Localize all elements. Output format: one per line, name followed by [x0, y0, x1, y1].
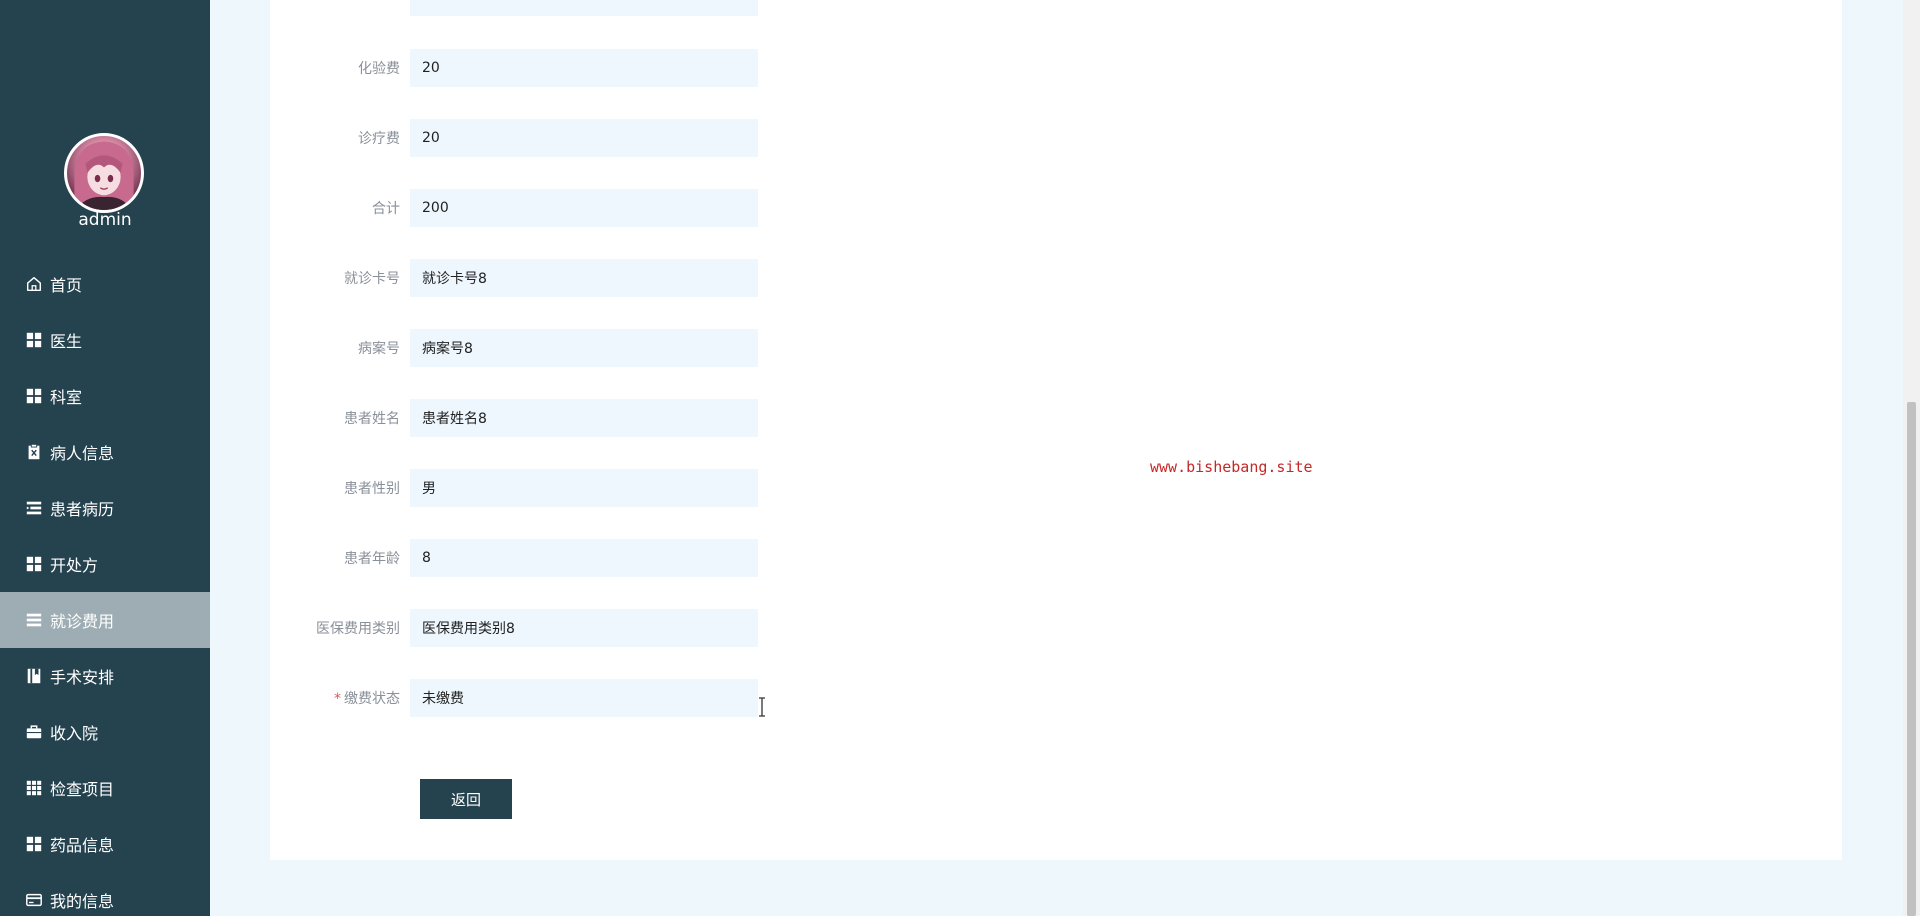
username: admin: [78, 210, 132, 230]
list-icon: [24, 610, 44, 630]
grid-icon: [24, 330, 44, 350]
sidebar-item-patient-info[interactable]: 病人信息: [0, 424, 210, 480]
form-label: 患者姓名: [344, 411, 400, 427]
form-label: 患者年龄: [344, 551, 400, 567]
sidebar: admin 首页 医生 科室 病人信息 患者病历 开处方 就诊费用 手术安排 收…: [0, 0, 210, 916]
form-label: 化验费: [358, 61, 400, 77]
form-row-patient-gender: 患者性别: [270, 469, 1170, 507]
patient-gender-input[interactable]: [410, 469, 758, 507]
insurance-category-input[interactable]: [410, 609, 758, 647]
form-label: * 缴费状态: [270, 688, 410, 708]
sidebar-item-label: 科室: [50, 388, 83, 407]
sidebar-item-department[interactable]: 科室: [0, 368, 210, 424]
sidebar-item-label: 手术安排: [50, 668, 115, 687]
sidebar-item-label: 就诊费用: [50, 612, 115, 631]
sidebar-item-label: 开处方: [50, 556, 99, 575]
grid-icon: [24, 554, 44, 574]
clipboard-icon: [24, 442, 44, 462]
form-label: 医保费用类别: [316, 621, 400, 637]
lab-fee-input[interactable]: [410, 49, 758, 87]
book-icon: [24, 666, 44, 686]
avatar[interactable]: [64, 133, 144, 213]
sidebar-item-label: 医生: [50, 332, 83, 351]
sidebar-item-label: 首页: [50, 276, 83, 295]
total-input[interactable]: [410, 189, 758, 227]
detail-form-card: 化验费 诊疗费 合计 就诊卡号 病案号 患者姓名 患者性别 患者年龄 医保费用类…: [270, 0, 1842, 860]
sidebar-item-label: 药品信息: [50, 836, 115, 855]
form-row-insurance-category: 医保费用类别: [270, 609, 1170, 647]
sidebar-item-medical-record[interactable]: 患者病历: [0, 480, 210, 536]
text-cursor-icon: [759, 697, 765, 717]
sidebar-item-visit-fee[interactable]: 就诊费用: [0, 592, 210, 648]
form-label: 诊疗费: [358, 131, 400, 147]
scrollbar-thumb[interactable]: [1907, 402, 1916, 916]
list-icon: [24, 498, 44, 518]
form-row-card-number: 就诊卡号: [270, 259, 1170, 297]
card-icon: [24, 890, 44, 910]
form-row-payment-status: * 缴费状态: [270, 679, 1170, 717]
sidebar-item-exam[interactable]: 检查项目: [0, 760, 210, 816]
sidebar-item-surgery[interactable]: 手术安排: [0, 648, 210, 704]
sidebar-item-label: 我的信息: [50, 892, 115, 911]
form-row-treatment-fee: 诊疗费: [270, 119, 1170, 157]
form-row-patient-name: 患者姓名: [270, 399, 1170, 437]
form-row-total: 合计: [270, 189, 1170, 227]
sidebar-item-prescription[interactable]: 开处方: [0, 536, 210, 592]
form-label-text: 缴费状态: [344, 691, 400, 707]
home-icon: [24, 274, 44, 294]
sidebar-item-doctor[interactable]: 医生: [0, 312, 210, 368]
treatment-fee-input[interactable]: [410, 119, 758, 157]
required-marker: *: [334, 691, 341, 707]
sidebar-item-label: 患者病历: [50, 500, 115, 519]
sidebar-item-label: 病人信息: [50, 444, 115, 463]
sidebar-item-label: 检查项目: [50, 780, 115, 799]
grid-icon: [24, 386, 44, 406]
sidebar-item-medicine[interactable]: 药品信息: [0, 816, 210, 872]
card-number-input[interactable]: [410, 259, 758, 297]
patient-name-input[interactable]: [410, 399, 758, 437]
page-scrollbar[interactable]: [1903, 0, 1920, 916]
form-label: 病案号: [358, 341, 400, 357]
sidebar-item-label: 收入院: [50, 724, 99, 743]
form-row-patient-age: 患者年龄: [270, 539, 1170, 577]
form-label: 合计: [372, 201, 400, 217]
form-label: 就诊卡号: [344, 271, 400, 287]
briefcase-icon: [24, 722, 44, 742]
back-button[interactable]: 返回: [420, 779, 512, 819]
form-input[interactable]: [410, 0, 758, 16]
apps-icon: [24, 778, 44, 798]
watermark: www.bishebang.site: [1150, 458, 1313, 476]
sidebar-item-home[interactable]: 首页: [0, 256, 210, 312]
sidebar-menu: 首页 医生 科室 病人信息 患者病历 开处方 就诊费用 手术安排 收入院 检查项…: [0, 256, 210, 916]
sidebar-item-my-info[interactable]: 我的信息: [0, 872, 210, 916]
form-row-hidden-top: [270, 0, 1170, 16]
avatar-image-icon: [74, 141, 134, 210]
form-label: 患者性别: [344, 481, 400, 497]
grid-icon: [24, 834, 44, 854]
case-number-input[interactable]: [410, 329, 758, 367]
patient-age-input[interactable]: [410, 539, 758, 577]
sidebar-item-admission[interactable]: 收入院: [0, 704, 210, 760]
form-row-lab-fee: 化验费: [270, 49, 1170, 87]
payment-status-input[interactable]: [410, 679, 758, 717]
form-row-case-number: 病案号: [270, 329, 1170, 367]
